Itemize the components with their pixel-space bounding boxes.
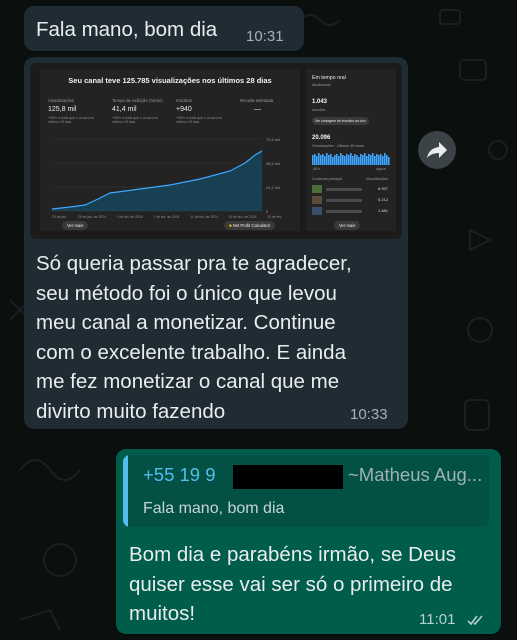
kpi-label: Inscritos [176, 98, 192, 103]
y-tick: 72,5 mil [266, 137, 280, 142]
x-tick: 11 de fev. de 2024 [190, 215, 218, 219]
message-bubble-incoming[interactable]: Fala mano, bom dia 10:31 [24, 6, 304, 51]
calculator-label: Net Profit Calculator [232, 223, 271, 228]
views-48h-label: Visualizações · Últimas 48 horas [312, 144, 365, 148]
top-content-row: 6.997 [312, 185, 392, 194]
x-tick: 7 de fev. de 2024 [153, 215, 180, 219]
x-tick: 20 de fev. [267, 215, 282, 219]
see-more-button[interactable]: Ver mais [334, 221, 361, 230]
x-axis-ticks: 24 de jan. 29 de jan. de 2024 3 de fev. … [52, 215, 282, 219]
message-text: Só queria passar pra te agradecer, seu m… [36, 249, 402, 426]
row-views: 1.481 [378, 208, 389, 213]
views-48h: 20.096 [312, 135, 331, 141]
range-right: Agora [376, 167, 386, 171]
subscriber-count: 1.043 [312, 99, 328, 105]
kpi-sub: +96% a mais que o usual nos últimos 28 d… [112, 116, 159, 124]
kpi-value: +940 [176, 106, 192, 113]
kpi-label: Visualizações [48, 98, 75, 103]
net-profit-calculator-button[interactable]: ■ Net Profit Calculator [224, 221, 276, 230]
quote-accent-bar [123, 455, 128, 527]
analytics-overview-panel: Seu canal teve 125.785 visualizações nos… [40, 69, 300, 231]
message-time: 11:01 [419, 611, 456, 628]
thumbnail [312, 185, 322, 193]
quoted-sender-name: ~Matheus Aug... [348, 464, 483, 485]
thumbnail [312, 207, 322, 215]
top-content-header: Conteúdo principal [312, 177, 342, 181]
message-bubble-outgoing[interactable]: +55 19 9 ~Matheus Aug... Fala mano, bom … [116, 449, 501, 634]
realtime-panel: Em tempo real Atualizando 1.043 Inscrito… [306, 69, 396, 231]
double-check-icon [467, 615, 483, 626]
kpi-value: — [254, 106, 261, 113]
y-tick: 24,2 mil [266, 185, 280, 190]
x-tick: 29 de jan. de 2024 [77, 215, 106, 219]
message-bubble-incoming-image[interactable]: Seu canal teve 125.785 visualizações nos… [24, 57, 408, 429]
blurred-title [326, 210, 362, 213]
message-time: 10:31 [246, 28, 284, 45]
views-line-chart: 72,5 mil 48,4 mil 24,2 mil 0 [51, 137, 280, 214]
realtime-bar-chart [312, 153, 390, 165]
quoted-message[interactable]: +55 19 9 ~Matheus Aug... Fala mano, bom … [123, 455, 489, 527]
quoted-text: Fala mano, bom dia [143, 500, 285, 517]
kpi-sub: +96% a mais que o usual nos últimos 28 d… [176, 116, 223, 124]
message-line: com o excelente trabalho. E ainda [36, 340, 346, 364]
message-line: meu canal a monetizar. Continue [36, 311, 336, 334]
blurred-title [326, 199, 362, 202]
realtime-title: Em tempo real [312, 75, 346, 81]
kpi-sub: +96% a mais que o usual nos últimos 28 d… [48, 116, 95, 124]
y-tick: 48,4 mil [266, 161, 280, 166]
redaction-block [233, 465, 343, 489]
see-more-button[interactable]: Ver mais [62, 221, 89, 230]
message-line: me fez monetizar o canal que me [36, 370, 340, 393]
message-line: quiser esse vai ser só o primeiro de [129, 572, 453, 596]
calculator-icon: ■ [229, 223, 232, 228]
realtime-status: Atualizando [312, 83, 331, 87]
message-time: 10:33 [350, 406, 388, 423]
message-text: Fala mano, bom dia [36, 18, 218, 41]
blurred-title [326, 188, 362, 191]
kpi-value: 41,4 mil [112, 106, 137, 113]
message-line: Bom dia e parabéns irmão, se Deus [129, 543, 457, 566]
x-tick: 3 de fev. de 2024 [116, 215, 143, 219]
forward-arrow-icon [427, 142, 447, 158]
top-content-row: 5.212 [312, 196, 392, 205]
range-left: -48 h [312, 167, 321, 171]
message-line: seu método foi o único que levou [36, 281, 337, 305]
message-line: divirto muito fazendo [36, 399, 226, 423]
row-views: 6.997 [378, 186, 389, 191]
kpi-label: Receita estimada [240, 98, 274, 103]
quoted-phone: +55 19 9 [143, 464, 216, 485]
analytics-title: Seu canal teve 125.785 visualizações nos… [68, 76, 272, 85]
x-tick: 24 de jan. [52, 215, 67, 219]
analytics-screenshot[interactable]: Seu canal teve 125.785 visualizações nos… [30, 63, 402, 239]
top-content-row: 1.481 [312, 207, 392, 216]
message-line: Só queria passar pra te agradecer, [36, 252, 352, 275]
thumbnail [312, 196, 322, 204]
x-tick: 16 de fev. de 2024 [228, 215, 257, 219]
live-count-button[interactable]: Ver contagem de inscritos ao vivo [312, 117, 369, 125]
y-tick: 0 [266, 209, 269, 214]
kpi-value: 125,8 mil [48, 106, 77, 113]
kpi-label: Tempo de exibição (horas) [112, 98, 163, 103]
top-content-views-header: Visualizações [366, 177, 388, 181]
forward-button[interactable] [418, 131, 456, 169]
row-views: 5.212 [378, 197, 389, 202]
subscriber-label: Inscritos [312, 108, 326, 112]
